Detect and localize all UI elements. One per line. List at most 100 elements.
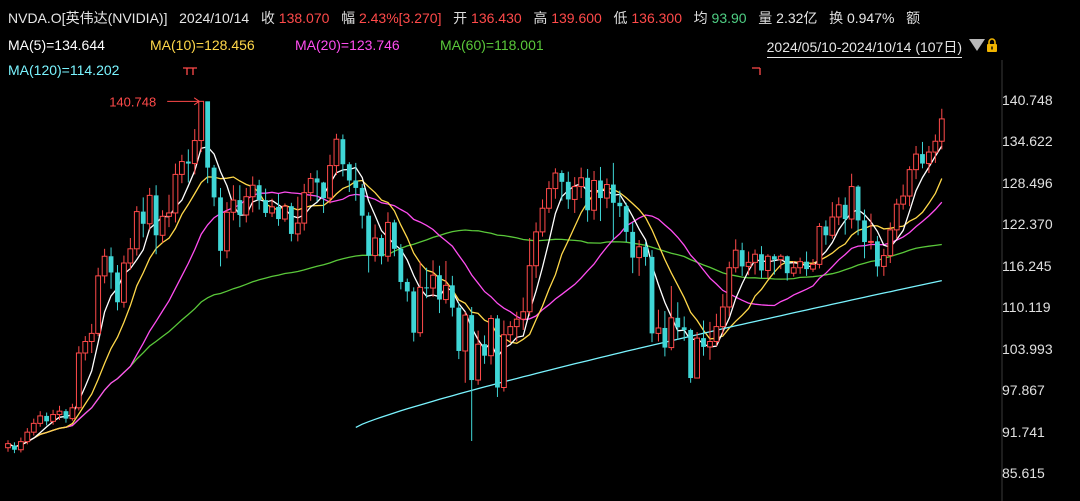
axis-tick-label: 122.370	[1002, 216, 1053, 233]
candle-down	[424, 287, 429, 289]
quote-header: NVDA.O[英伟达(NVIDIA)] 2024/10/14 收 138.070…	[8, 8, 920, 28]
candle-up	[249, 184, 256, 198]
low-value: 136.300	[631, 10, 682, 26]
candle-up	[191, 140, 198, 165]
candle-up	[868, 240, 874, 243]
candle-down	[276, 206, 281, 220]
candle-up	[938, 118, 945, 142]
axis-tick-label: 110.119	[1002, 299, 1051, 316]
candle-up	[17, 441, 24, 451]
candle-down	[108, 256, 114, 273]
candle-up	[69, 407, 76, 420]
candle-up	[301, 192, 308, 224]
triangle-down-icon[interactable]	[969, 39, 985, 51]
candle-up	[475, 343, 482, 381]
candle-down	[392, 222, 397, 249]
candle-down	[456, 307, 462, 351]
candle-down	[610, 184, 616, 203]
symbol-name[interactable]: NVDA.O[英伟达(NVIDIA)]	[8, 8, 167, 28]
candle-up	[327, 165, 333, 199]
candle-up	[707, 340, 713, 348]
candle-down	[321, 182, 326, 199]
candle-down	[366, 215, 372, 256]
candle-up	[539, 207, 546, 233]
candle-down	[617, 202, 623, 207]
candle-down	[12, 445, 17, 450]
candle-up	[636, 246, 643, 259]
change-label: 幅	[341, 10, 356, 26]
candle-up	[790, 267, 797, 274]
candle-up	[713, 326, 720, 342]
candle-down	[449, 285, 455, 308]
open-label: 开	[453, 10, 468, 26]
candle-up	[133, 211, 140, 250]
candle-down	[920, 154, 925, 164]
open-value: 136.430	[471, 10, 522, 26]
candle-down	[404, 281, 410, 292]
candle-down	[359, 187, 365, 216]
candle-up	[694, 337, 700, 379]
candle-up	[24, 431, 31, 443]
candle-down	[649, 256, 655, 334]
close-label: 收	[260, 10, 275, 26]
candle-up	[462, 314, 469, 352]
candle-down	[205, 101, 211, 168]
candle-down	[823, 226, 829, 236]
candle-up	[443, 284, 449, 301]
candle-up	[752, 253, 758, 263]
candle-down	[875, 241, 880, 267]
candle-up	[500, 334, 507, 389]
candle-up	[571, 186, 578, 200]
candle-down	[44, 415, 50, 422]
candle-down	[675, 317, 681, 328]
candle-down	[482, 344, 487, 356]
axis-tick-label: 85.615	[1002, 465, 1045, 481]
candle-up	[198, 100, 205, 142]
candle-up	[732, 249, 739, 269]
candle-up	[56, 410, 63, 416]
lock-icon[interactable]	[986, 38, 998, 52]
candle-up	[816, 225, 823, 265]
candle-up	[591, 179, 597, 211]
candle-down	[469, 315, 475, 381]
volume-label: 量	[758, 10, 773, 26]
candle-down	[855, 186, 861, 221]
quote-date: 2024/10/14	[179, 10, 250, 26]
candle-up	[146, 194, 153, 225]
close-value: 138.070	[278, 10, 330, 26]
axis-tick-label: 134.622	[1002, 133, 1053, 150]
avg-value: 93.90	[711, 10, 747, 26]
ma20-legend[interactable]: MA(20)=123.746	[295, 37, 400, 53]
candle-down	[739, 250, 745, 267]
axis-tick-label: 128.496	[1002, 174, 1053, 191]
candle-down	[623, 206, 629, 232]
candle-up	[777, 255, 784, 261]
candlestick-chart[interactable]: 140.748	[0, 0, 1080, 501]
candle-up	[37, 415, 44, 424]
low-label: 低	[613, 10, 628, 26]
ma60-legend[interactable]: MA(60)=118.001	[440, 37, 544, 53]
amount-label-clipped: 额	[906, 10, 921, 26]
candle-down	[340, 139, 346, 165]
turnover-value: 0.947%	[846, 10, 895, 26]
candle-down	[237, 200, 243, 215]
candle-up	[578, 177, 585, 188]
candle-up	[88, 332, 95, 342]
candle-down	[153, 195, 159, 236]
ma120-legend[interactable]: MA(120)=114.202	[8, 62, 119, 78]
candle-up	[797, 261, 804, 269]
candle-up	[385, 221, 391, 257]
candle-down	[784, 256, 790, 274]
ma10-legend[interactable]: MA(10)=128.456	[150, 37, 255, 53]
date-range-selector[interactable]: 2024/05/10-2024/10/14 (107日)	[766, 37, 962, 58]
candle-up	[926, 151, 932, 165]
ma-lines	[7, 145, 943, 448]
candle-up	[269, 206, 275, 214]
axis-tick-label: 103.993	[1002, 340, 1053, 357]
candle-down	[411, 291, 417, 333]
ma5-legend[interactable]: MA(5)=134.644	[8, 37, 105, 53]
candle-down	[263, 200, 268, 213]
candle-down	[559, 173, 565, 182]
candle-up	[900, 195, 907, 205]
candle-up	[127, 248, 134, 264]
